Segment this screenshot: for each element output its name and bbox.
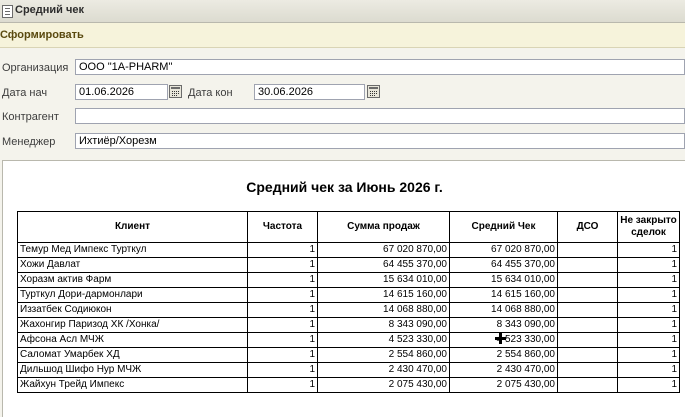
average-check-cell: 2 554 860,00 bbox=[449, 347, 558, 363]
average-check-cell: 67 020 870,00 bbox=[449, 242, 558, 258]
table-header-row: Клиент Частота Сумма продаж Средний Чек … bbox=[17, 211, 680, 243]
frequency-cell: 1 bbox=[247, 272, 318, 288]
average-check-cell: 64 455 370,00 bbox=[449, 257, 558, 273]
dso-cell bbox=[557, 377, 618, 393]
frequency-cell: 1 bbox=[247, 317, 318, 333]
open-deals-cell: 1 bbox=[617, 257, 680, 273]
frequency-cell: 1 bbox=[247, 362, 318, 378]
sales-sum-cell: 64 455 370,00 bbox=[317, 257, 450, 273]
frequency-cell: 1 bbox=[247, 287, 318, 303]
date-end-field[interactable]: 30.06.2026 bbox=[254, 84, 365, 100]
generate-button[interactable]: Сформировать bbox=[0, 29, 84, 41]
report-title: Средний чек за Июнь 2026 г. bbox=[246, 179, 443, 195]
average-check-cell: 8 343 090,00 bbox=[449, 317, 558, 333]
sales-sum-cell: 2 075 430,00 bbox=[317, 377, 450, 393]
open-deals-cell: 1 bbox=[617, 317, 680, 333]
sales-sum-cell: 67 020 870,00 bbox=[317, 242, 450, 258]
dso-cell bbox=[557, 347, 618, 363]
client-cell: Турткул Дори-дармонлари bbox=[17, 287, 248, 303]
table-row: Саломат Умарбек ХД 1 2 554 860,00 2 554 860… bbox=[17, 347, 680, 363]
client-cell: Афсона Асл МЧЖ bbox=[17, 332, 248, 348]
table-row: Хожи Давлат 1 64 455 370,00 64 455 370,00 1 bbox=[17, 257, 680, 273]
client-cell: Дильшод Шифо Нур МЧЖ bbox=[17, 362, 248, 378]
column-header-dso: ДСО bbox=[557, 211, 618, 243]
calendar-icon[interactable] bbox=[169, 85, 182, 98]
open-deals-cell: 1 bbox=[617, 302, 680, 318]
client-cell: Саломат Умарбек ХД bbox=[17, 347, 248, 363]
calendar-icon[interactable] bbox=[367, 85, 380, 98]
client-cell: Темур Мед Импекс Турткул bbox=[17, 242, 248, 258]
dso-cell bbox=[557, 317, 618, 333]
table-row: Хоразм актив Фарм 1 15 634 010,00 15 634 01… bbox=[17, 272, 680, 288]
table-row: Иззатбек Содиюкон 1 14 068 880,00 14 068 88… bbox=[17, 302, 680, 318]
date-start-field[interactable]: 01.06.2026 bbox=[75, 84, 168, 100]
table-row: Афсона Асл МЧЖ 1 4 523 330,00 4 523 330,00 1 bbox=[17, 332, 680, 348]
report-sheet: Средний чек за Июнь 2026 г. Клиент Часто… bbox=[2, 160, 685, 417]
sales-sum-cell: 8 343 090,00 bbox=[317, 317, 450, 333]
organization-field[interactable]: ООО "1A-PHARM" bbox=[75, 59, 685, 75]
column-header-client: Клиент bbox=[17, 211, 248, 243]
dso-cell bbox=[557, 242, 618, 258]
average-check-cell: 15 634 010,00 bbox=[449, 272, 558, 288]
dso-cell bbox=[557, 287, 618, 303]
window-title: Средний чек bbox=[15, 4, 84, 16]
dso-cell bbox=[557, 362, 618, 378]
average-check-cell: 14 615 160,00 bbox=[449, 287, 558, 303]
open-deals-cell: 1 bbox=[617, 242, 680, 258]
client-cell: Иззатбек Содиюкон bbox=[17, 302, 248, 318]
average-check-cell: 2 430 470,00 bbox=[449, 362, 558, 378]
document-icon bbox=[2, 5, 13, 18]
client-cell: Хожи Давлат bbox=[17, 257, 248, 273]
client-cell: Жайхун Трейд Импекс bbox=[17, 377, 248, 393]
sales-sum-cell: 2 554 860,00 bbox=[317, 347, 450, 363]
open-deals-cell: 1 bbox=[617, 377, 680, 393]
table-row: Жайхун Трейд Импекс 1 2 075 430,00 2 075 43… bbox=[17, 377, 680, 393]
client-cell: Жахонгир Паризод ХК /Хонка/ bbox=[17, 317, 248, 333]
sales-sum-cell: 15 634 010,00 bbox=[317, 272, 450, 288]
open-deals-cell: 1 bbox=[617, 362, 680, 378]
open-deals-cell: 1 bbox=[617, 287, 680, 303]
sales-sum-cell: 4 523 330,00 bbox=[317, 332, 450, 348]
organization-label: Организация bbox=[2, 62, 69, 74]
table-row: Темур Мед Импекс Турткул 1 67 020 870,00 67… bbox=[17, 242, 680, 258]
contractor-label: Контрагент bbox=[2, 111, 59, 123]
frequency-cell: 1 bbox=[247, 302, 318, 318]
frequency-cell: 1 bbox=[247, 242, 318, 258]
frequency-cell: 1 bbox=[247, 377, 318, 393]
sales-sum-cell: 2 430 470,00 bbox=[317, 362, 450, 378]
frequency-cell: 1 bbox=[247, 347, 318, 363]
manager-label: Менеджер bbox=[2, 136, 56, 148]
frequency-cell: 1 bbox=[247, 257, 318, 273]
open-deals-cell: 1 bbox=[617, 347, 680, 363]
dso-cell bbox=[557, 332, 618, 348]
open-deals-cell: 1 bbox=[617, 272, 680, 288]
sales-sum-cell: 14 615 160,00 bbox=[317, 287, 450, 303]
contractor-field[interactable] bbox=[75, 108, 685, 124]
column-header-open-deals: Не закрыто сделок bbox=[617, 211, 680, 243]
manager-field[interactable]: Ихтиёр/Хорезм bbox=[75, 133, 685, 149]
date-end-label: Дата кон bbox=[188, 87, 233, 99]
table-row: Дильшод Шифо Нур МЧЖ 1 2 430 470,00 2 430 4… bbox=[17, 362, 680, 378]
column-header-frequency: Частота bbox=[247, 211, 318, 243]
sales-sum-cell: 14 068 880,00 bbox=[317, 302, 450, 318]
average-check-cell: 2 075 430,00 bbox=[449, 377, 558, 393]
frequency-cell: 1 bbox=[247, 332, 318, 348]
toolbar: Сформировать bbox=[0, 23, 685, 48]
dso-cell bbox=[557, 257, 618, 273]
report-table: Клиент Частота Сумма продаж Средний Чек … bbox=[17, 211, 680, 393]
open-deals-cell: 1 bbox=[617, 332, 680, 348]
column-header-sales-sum: Сумма продаж bbox=[317, 211, 450, 243]
column-header-average-check: Средний Чек bbox=[449, 211, 558, 243]
dso-cell bbox=[557, 272, 618, 288]
filter-form: Организация ООО "1A-PHARM" Дата нач 01.0… bbox=[0, 50, 685, 158]
client-cell: Хоразм актив Фарм bbox=[17, 272, 248, 288]
table-row: Жахонгир Паризод ХК /Хонка/1 8 343 090,00… bbox=[17, 317, 680, 333]
date-start-label: Дата нач bbox=[2, 87, 48, 99]
dso-cell bbox=[557, 302, 618, 318]
table-row: Турткул Дори-дармонлари 1 14 615 160,00 14 … bbox=[17, 287, 680, 303]
window-titlebar: Средний чек bbox=[0, 0, 685, 23]
cell-cursor-icon bbox=[495, 333, 506, 344]
average-check-cell: 14 068 880,00 bbox=[449, 302, 558, 318]
